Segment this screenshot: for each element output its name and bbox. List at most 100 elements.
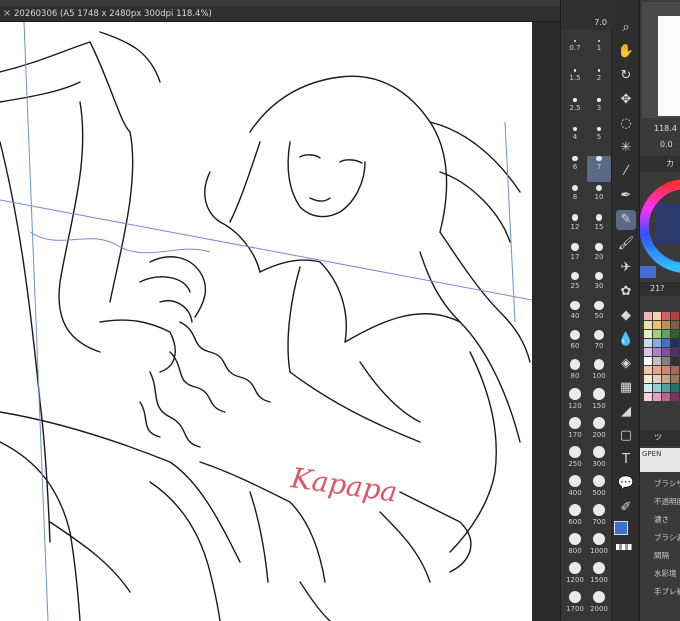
- color-swatch[interactable]: [653, 384, 661, 392]
- lasso-icon[interactable]: ◌: [616, 114, 636, 134]
- tool-property-label[interactable]: 濃さ: [654, 514, 669, 525]
- brush-size-60[interactable]: 60: [563, 330, 587, 356]
- color-swatch[interactable]: [662, 375, 670, 383]
- brush-size-1000[interactable]: 1000: [587, 533, 611, 559]
- canvas-scroll-edge[interactable]: [532, 22, 560, 621]
- color-swatch[interactable]: [662, 339, 670, 347]
- color-swatch[interactable]: [644, 393, 652, 401]
- color-swatch[interactable]: [653, 312, 661, 320]
- brush-size-80[interactable]: 80: [563, 359, 587, 385]
- pencil-icon[interactable]: ✎: [616, 210, 636, 230]
- brush-size-40[interactable]: 40: [563, 301, 587, 327]
- brush-size-800[interactable]: 800: [563, 533, 587, 559]
- color-swatch[interactable]: [662, 393, 670, 401]
- color-swatch[interactable]: [662, 366, 670, 374]
- eyedropper-icon[interactable]: ⁄: [616, 162, 636, 182]
- brush-size-1500[interactable]: 1500: [587, 562, 611, 588]
- tool-property-label[interactable]: 不透明度: [654, 496, 680, 507]
- color-swatch[interactable]: [662, 330, 670, 338]
- canvas-tab[interactable]: × 20260306 (A5 1748 x 2480px 300dpi 118.…: [0, 6, 560, 22]
- tool-property-label[interactable]: ブラシ濃: [654, 532, 680, 543]
- color-swatch[interactable]: [653, 357, 661, 365]
- brush-size-30[interactable]: 30: [587, 272, 611, 298]
- frame-icon[interactable]: ▢: [616, 426, 636, 446]
- rotation-value[interactable]: 0.0: [660, 140, 673, 149]
- brush-size-0-7[interactable]: 0.7: [563, 40, 587, 66]
- magic-wand-icon[interactable]: ✳: [616, 138, 636, 158]
- brush-size-170[interactable]: 170: [563, 417, 587, 443]
- color-swatch[interactable]: [671, 339, 679, 347]
- color-swatch[interactable]: [644, 321, 652, 329]
- blend-icon[interactable]: 💧: [616, 330, 636, 350]
- brush-size-150[interactable]: 150: [587, 388, 611, 414]
- line-correct-icon[interactable]: ✐: [616, 498, 636, 518]
- move-icon[interactable]: ✥: [616, 90, 636, 110]
- drawing-canvas[interactable]: Kapapa: [0, 22, 532, 621]
- decoration-icon[interactable]: ✿: [616, 282, 636, 302]
- rotate-icon[interactable]: ↻: [616, 66, 636, 86]
- color-swatch[interactable]: [653, 330, 661, 338]
- hand-icon[interactable]: ✋: [616, 42, 636, 62]
- color-swatch[interactable]: [671, 375, 679, 383]
- color-set-swatches[interactable]: [644, 312, 680, 401]
- tool-property-label[interactable]: 水彩境: [654, 568, 677, 579]
- tool-property-label[interactable]: 手ブレ補: [654, 586, 680, 597]
- color-swatch[interactable]: [644, 357, 652, 365]
- color-swatch[interactable]: [644, 366, 652, 374]
- fill-icon[interactable]: ◈: [616, 354, 636, 374]
- brush-size-25[interactable]: 25: [563, 272, 587, 298]
- color-swatch[interactable]: [671, 330, 679, 338]
- brush-size-3[interactable]: 3: [587, 98, 611, 124]
- color-swatch[interactable]: [653, 339, 661, 347]
- transparent-color[interactable]: [616, 544, 632, 550]
- color-swatch[interactable]: [644, 339, 652, 347]
- color-swatch[interactable]: [671, 321, 679, 329]
- color-swatch[interactable]: [671, 366, 679, 374]
- color-swatch[interactable]: [653, 348, 661, 356]
- color-swatch[interactable]: [644, 384, 652, 392]
- brush-size-120[interactable]: 120: [563, 388, 587, 414]
- color-swatch[interactable]: [644, 330, 652, 338]
- color-swatch[interactable]: [653, 375, 661, 383]
- brush-size-1700[interactable]: 1700: [563, 591, 587, 617]
- brush-size-200[interactable]: 200: [587, 417, 611, 443]
- brush-size-2000[interactable]: 2000: [587, 591, 611, 617]
- color-swatch[interactable]: [671, 393, 679, 401]
- brush-size-700[interactable]: 700: [587, 504, 611, 530]
- figure-icon[interactable]: ◢: [616, 402, 636, 422]
- navigator-panel[interactable]: [642, 2, 680, 118]
- tool-property-label[interactable]: ブラシサ-: [654, 478, 680, 489]
- brush-size-1[interactable]: 1: [587, 40, 611, 66]
- color-swatch[interactable]: [662, 312, 670, 320]
- brush-size-100[interactable]: 100: [587, 359, 611, 385]
- brush-size-70[interactable]: 70: [587, 330, 611, 356]
- brush-size-1200[interactable]: 1200: [563, 562, 587, 588]
- main-color[interactable]: [614, 521, 628, 535]
- color-swatch[interactable]: [644, 375, 652, 383]
- color-swatch[interactable]: [671, 384, 679, 392]
- brush-size-400[interactable]: 400: [563, 475, 587, 501]
- brush-size-17[interactable]: 17: [563, 243, 587, 269]
- color-swatch[interactable]: [662, 357, 670, 365]
- brush-size-20[interactable]: 20: [587, 243, 611, 269]
- color-swatch[interactable]: [653, 366, 661, 374]
- color-swatch[interactable]: [653, 393, 661, 401]
- brush-size-600[interactable]: 600: [563, 504, 587, 530]
- brush-size-6[interactable]: 6: [563, 156, 587, 182]
- brush-size-8[interactable]: 8: [563, 185, 587, 211]
- gradient-icon[interactable]: ▦: [616, 378, 636, 398]
- airbrush-icon[interactable]: ✈: [616, 258, 636, 278]
- brush-size-50[interactable]: 50: [587, 301, 611, 327]
- brush-size-7[interactable]: 7: [587, 156, 611, 182]
- close-tab-icon[interactable]: ×: [0, 8, 14, 19]
- color-swatch[interactable]: [671, 312, 679, 320]
- color-swatch[interactable]: [644, 348, 652, 356]
- pen-icon[interactable]: ✒: [616, 186, 636, 206]
- text-icon[interactable]: T: [616, 450, 636, 470]
- color-swatch[interactable]: [662, 384, 670, 392]
- brush-size-250[interactable]: 250: [563, 446, 587, 472]
- brush-size-500[interactable]: 500: [587, 475, 611, 501]
- brush-size-4[interactable]: 4: [563, 127, 587, 153]
- brush-size-300[interactable]: 300: [587, 446, 611, 472]
- brush-size-15[interactable]: 15: [587, 214, 611, 240]
